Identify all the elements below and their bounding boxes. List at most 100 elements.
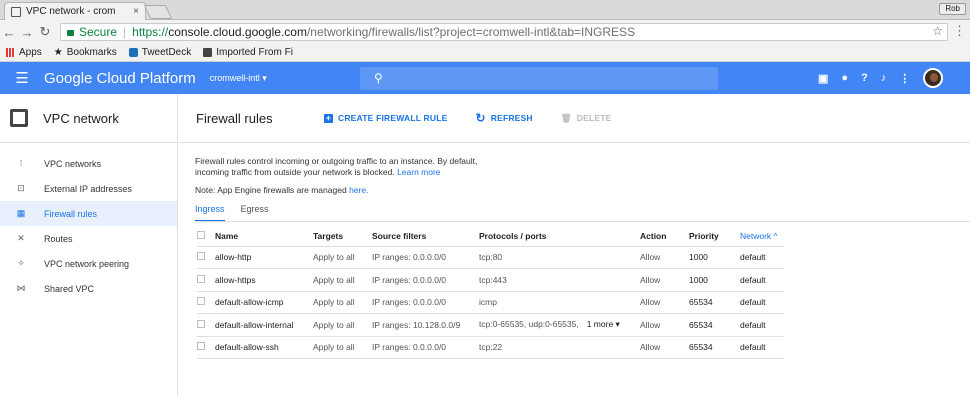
refresh-icon: ↻ <box>475 111 486 125</box>
rule-name[interactable]: allow-https <box>215 268 313 292</box>
notifications-chat-icon[interactable]: ● <box>841 72 848 84</box>
tab-title: VPC network - crom <box>26 6 116 17</box>
bookmark-star-icon[interactable]: ☆ <box>932 24 943 38</box>
cloud-shell-icon[interactable]: ▣ <box>818 72 828 85</box>
create-label: CREATE FIREWALL RULE <box>338 113 448 123</box>
sidebar-item-peering[interactable]: ✧ VPC network peering <box>0 251 177 276</box>
rule-source: IP ranges: 10.128.0.0/9 <box>372 313 479 337</box>
bookmark-apps-label: Apps <box>19 47 42 58</box>
rule-name[interactable]: default-allow-internal <box>215 313 313 337</box>
col-network[interactable]: Network ^ <box>740 227 784 247</box>
search-bar[interactable]: ⚲ <box>360 67 718 90</box>
app-engine-note: Note: App Engine firewalls are managed h… <box>195 185 368 195</box>
table-row[interactable]: allow-https Apply to all IP ranges: 0.0.… <box>197 268 784 292</box>
refresh-button[interactable]: ↻ REFRESH <box>475 111 532 125</box>
rule-name[interactable]: default-allow-ssh <box>215 336 313 359</box>
sidebar-title: VPC network <box>43 110 119 126</box>
create-firewall-rule-button[interactable]: + CREATE FIREWALL RULE <box>324 113 447 123</box>
product-name[interactable]: Google Cloud Platform <box>44 70 196 87</box>
rule-protocols-text: icmp <box>479 297 497 308</box>
rule-targets: Apply to all <box>313 336 372 359</box>
rule-action: Allow <box>640 268 689 292</box>
row-select-cell <box>197 291 215 314</box>
note-here-link[interactable]: here. <box>349 185 368 195</box>
shared-vpc-icon: ⋈ <box>16 283 26 293</box>
more-protocols-dropdown[interactable]: 1 more ▾ <box>587 319 620 329</box>
col-targets[interactable]: Targets <box>313 227 372 247</box>
browser-tab-strip: VPC network - crom × Rob <box>0 0 970 20</box>
rule-network[interactable]: default <box>740 291 784 314</box>
rule-name[interactable]: default-allow-icmp <box>215 291 313 314</box>
back-arrow-icon[interactable]: ← <box>0 25 18 40</box>
firewall-icon: ▦ <box>16 208 26 218</box>
col-name[interactable]: Name <box>215 227 313 247</box>
bell-icon[interactable]: ♪ <box>881 72 887 84</box>
page-description: Firewall rules control incoming or outgo… <box>195 156 505 178</box>
tab-ingress[interactable]: Ingress <box>195 204 225 222</box>
reload-icon[interactable]: ↻ <box>36 24 54 40</box>
rule-network[interactable]: default <box>740 246 784 269</box>
rule-name[interactable]: allow-http <box>215 246 313 269</box>
bookmark-apps[interactable]: Apps <box>6 47 42 58</box>
rule-protocols: tcp:0-65535, udp:0-65535, 1 more ▾ <box>479 313 640 337</box>
table-row[interactable]: default-allow-internal Apply to all IP r… <box>197 313 784 337</box>
avatar[interactable] <box>923 68 944 88</box>
bookmark-tweetdeck[interactable]: TweetDeck <box>128 47 192 58</box>
rule-protocols: icmp <box>479 291 640 314</box>
table-row[interactable]: allow-http Apply to all IP ranges: 0.0.0… <box>197 246 784 269</box>
row-checkbox[interactable] <box>197 342 205 351</box>
delete-button[interactable]: 🗑 DELETE <box>561 113 612 124</box>
tab-egress[interactable]: Egress <box>241 204 269 222</box>
rule-network[interactable]: default <box>740 313 784 337</box>
profile-chip[interactable]: Rob <box>939 3 966 15</box>
row-checkbox[interactable] <box>197 319 205 328</box>
table-row[interactable]: default-allow-icmp Apply to all IP range… <box>197 291 784 314</box>
hamburger-menu-icon[interactable]: ☰ <box>0 69 44 87</box>
bookmark-bookmarks[interactable]: ★ Bookmarks <box>54 47 117 58</box>
browser-tab[interactable]: VPC network - crom × <box>4 2 146 20</box>
bookmark-imported[interactable]: Imported From Fi <box>203 47 293 58</box>
rule-priority: 1000 <box>689 268 740 292</box>
col-priority[interactable]: Priority <box>689 227 740 247</box>
bookmark-tweetdeck-label: TweetDeck <box>141 47 192 58</box>
forward-arrow-icon[interactable]: → <box>18 25 36 40</box>
learn-more-link[interactable]: Learn more <box>397 167 440 177</box>
vpc-network-icon <box>10 109 28 127</box>
sidebar-item-vpc-networks[interactable]: ⁝ VPC networks <box>0 151 177 176</box>
rule-action: Allow <box>640 246 689 269</box>
refresh-label: REFRESH <box>490 113 533 123</box>
rule-protocols-text: tcp:80 <box>479 252 503 263</box>
sidebar-item-external-ip[interactable]: ⊡ External IP addresses <box>0 176 177 201</box>
url-scheme: https:// <box>132 25 169 39</box>
rule-action: Allow <box>640 336 689 359</box>
new-tab-button[interactable] <box>143 5 173 19</box>
row-checkbox[interactable] <box>197 274 205 283</box>
help-icon[interactable]: ? <box>861 72 868 84</box>
col-action[interactable]: Action <box>640 227 689 247</box>
tab-close-icon[interactable]: × <box>133 6 139 17</box>
rule-network[interactable]: default <box>740 336 784 359</box>
firewall-rules-table: Name Targets Source filters Protocols / … <box>197 227 784 359</box>
rule-protocols-text: tcp:0-65535, udp:0-65535, <box>479 319 579 330</box>
row-checkbox[interactable] <box>197 252 205 261</box>
row-checkbox[interactable] <box>197 297 205 306</box>
avatar-face-icon <box>930 73 939 82</box>
add-box-icon: + <box>324 112 333 123</box>
rule-network[interactable]: default <box>740 268 784 292</box>
page-header: Firewall rules + CREATE FIREWALL RULE ↻ RE… <box>179 94 970 143</box>
col-protocols[interactable]: Protocols / ports <box>479 227 640 247</box>
address-bar[interactable]: Secure | https://console.cloud.google.co… <box>60 23 948 41</box>
project-selector[interactable]: cromwell-intl ▾ <box>210 73 267 84</box>
main-content: Firewall rules + CREATE FIREWALL RULE ↻ RE… <box>179 94 970 396</box>
select-all-checkbox[interactable] <box>197 231 205 240</box>
more-vert-icon[interactable]: ⋮ <box>899 72 910 85</box>
table-row[interactable]: default-allow-ssh Apply to all IP ranges… <box>197 336 784 359</box>
col-source[interactable]: Source filters <box>372 227 479 247</box>
delete-label: DELETE <box>576 113 612 123</box>
sidebar-item-routes[interactable]: ✕ Routes <box>0 226 177 251</box>
browser-menu-icon[interactable]: ⋮ <box>953 23 966 39</box>
routes-icon: ✕ <box>17 233 25 243</box>
sidebar-item-shared-vpc[interactable]: ⋈ Shared VPC <box>0 276 177 301</box>
sidebar-item-label: Routes <box>44 233 73 244</box>
sidebar-item-firewall-rules[interactable]: ▦ Firewall rules <box>0 201 177 226</box>
